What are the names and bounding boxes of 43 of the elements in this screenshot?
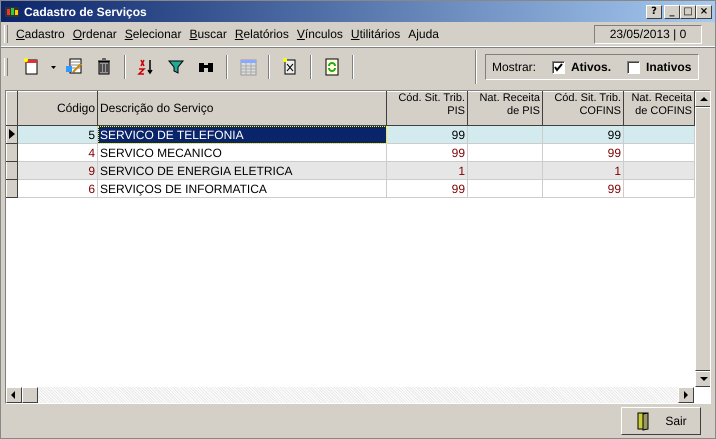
exit-button[interactable]: Sair <box>621 407 701 435</box>
row-indicator[interactable] <box>6 144 18 162</box>
column-header[interactable]: Cód. Sit. Trib. PIS <box>386 92 468 126</box>
column-header[interactable]: Nat. Receita de PIS <box>468 92 542 126</box>
date-panel: 23/05/2013 | 0 <box>594 24 702 44</box>
column-header[interactable]: Código <box>18 92 98 126</box>
table-cell: SERVICO DE TELEFONIA <box>98 126 386 144</box>
menu-item[interactable]: Cadastro <box>12 27 69 41</box>
menu-item[interactable]: Vínculos <box>292 27 347 41</box>
checkbox[interactable]: Inativos <box>627 60 692 74</box>
minimize-button[interactable]: _ <box>664 4 680 18</box>
close-button[interactable]: × <box>696 4 712 18</box>
menu-item[interactable]: Buscar <box>185 27 231 41</box>
menu-item[interactable]: Relatórios <box>230 27 293 41</box>
table-cell: 99 <box>386 180 468 198</box>
column-header[interactable]: Descrição do Serviço <box>98 92 386 126</box>
vertical-scrollbar[interactable] <box>695 91 710 387</box>
row-indicator[interactable] <box>6 180 18 198</box>
table-cell: 99 <box>542 126 624 144</box>
table-cell: 99 <box>542 180 624 198</box>
menu-item[interactable]: Ordenar <box>68 27 121 41</box>
horizontal-scrollbar[interactable] <box>6 387 694 403</box>
row-indicator[interactable] <box>6 162 18 180</box>
column-header[interactable]: Cód. Sit. Trib. COFINS <box>542 92 624 126</box>
menu-item[interactable]: Utilitários <box>346 27 404 41</box>
table-cell: SERVIÇOS DE INFORMATICA <box>98 180 386 198</box>
menu-item[interactable]: Selecionar <box>120 27 186 41</box>
filter-label: Mostrar: <box>492 60 536 74</box>
help-button[interactable]: ? <box>646 4 662 18</box>
window-title: Cadastro de Serviços <box>24 4 148 18</box>
checkmark-icon <box>554 62 564 72</box>
table-cell: 5 <box>18 126 98 144</box>
menu-item[interactable]: Ajuda <box>404 27 443 41</box>
table-cell: 1 <box>386 162 468 180</box>
table-cell: SERVICO DE ENERGIA ELETRICA <box>98 162 386 180</box>
table-cell: 6 <box>18 180 98 198</box>
row-indicator[interactable] <box>6 126 18 144</box>
maximize-button[interactable]: □ <box>680 4 696 18</box>
checkbox[interactable]: Ativos. <box>552 60 612 74</box>
table-cell: 1 <box>542 162 624 180</box>
table-cell: 9 <box>18 162 98 180</box>
column-header[interactable]: Nat. Receita de COFINS <box>624 92 694 126</box>
table-cell: 99 <box>386 126 468 144</box>
